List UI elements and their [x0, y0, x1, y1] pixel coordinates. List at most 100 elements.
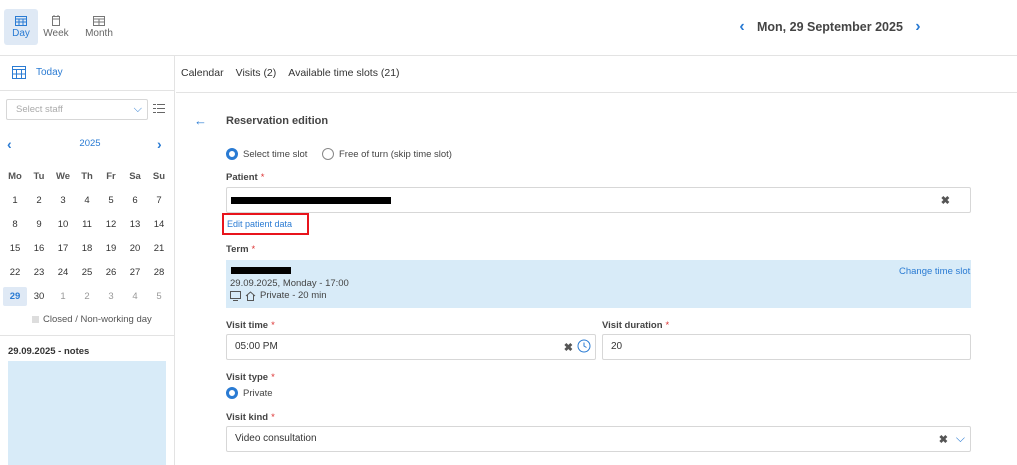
calendar-week-row: 22 23 24 25 26 27 28	[3, 260, 171, 284]
calendar-day[interactable]: 13	[123, 215, 147, 234]
calendar-year[interactable]: 2025	[60, 138, 120, 149]
legend-label: Closed / Non-working day	[43, 314, 152, 325]
home-icon	[245, 290, 256, 301]
patient-field[interactable]: ✖	[226, 187, 971, 213]
patient-label-text: Patient	[226, 172, 258, 183]
calendar-day-next-month[interactable]: 5	[147, 287, 171, 306]
prev-year-chevron-icon[interactable]: ‹	[7, 136, 12, 152]
visit-kind-select[interactable]: Video consultation ✖ ⌵	[226, 426, 971, 452]
tab-calendar[interactable]: Calendar	[181, 67, 224, 79]
today-button[interactable]: Today	[12, 65, 63, 79]
weekday-header-row: Mo Tu We Th Fr Sa Su	[3, 164, 171, 188]
calendar-day[interactable]: 15	[3, 239, 27, 258]
filter-list-icon[interactable]	[153, 103, 165, 114]
staff-placeholder: Select staff	[16, 104, 63, 115]
clear-icon[interactable]: ✖	[939, 433, 948, 446]
chevron-left-icon[interactable]: ‹	[735, 18, 749, 36]
calendar-week-row: 8 9 10 11 12 13 14	[3, 212, 171, 236]
calendar-day[interactable]: 9	[27, 215, 51, 234]
view-day-button[interactable]: Day	[4, 9, 38, 45]
back-arrow-icon[interactable]: ←	[194, 113, 207, 128]
tab-available-time-slots[interactable]: Available time slots (21)	[288, 67, 399, 79]
visit-time-input[interactable]: 05:00 PM ✖	[226, 334, 596, 360]
radio-unselected-icon	[322, 148, 334, 160]
calendar-day[interactable]: 28	[147, 263, 171, 282]
notes-textarea[interactable]	[8, 361, 166, 465]
clear-icon[interactable]: ✖	[941, 194, 950, 207]
radio-visit-type-private[interactable]: Private	[226, 387, 273, 399]
calendar-day-selected[interactable]: 29	[3, 286, 27, 306]
calendar-day[interactable]: 17	[51, 239, 75, 258]
monitor-icon	[230, 290, 241, 301]
calendar-day[interactable]: 21	[147, 239, 171, 258]
visit-duration-label-text: Visit duration	[602, 320, 663, 331]
calendar-day[interactable]: 12	[99, 215, 123, 234]
calendar-day[interactable]: 6	[123, 191, 147, 210]
calendar-day[interactable]: 26	[99, 263, 123, 282]
calendar-day[interactable]: 4	[75, 191, 99, 210]
clock-icon[interactable]	[577, 339, 591, 353]
calendar-day-next-month[interactable]: 2	[75, 287, 99, 306]
visit-time-value: 05:00 PM	[235, 341, 278, 352]
calendar-day-next-month[interactable]: 1	[51, 287, 75, 306]
calendar-day-icon	[15, 16, 27, 26]
redacted-patient-name	[231, 197, 391, 204]
calendar-day[interactable]: 2	[27, 191, 51, 210]
visit-type-label: Visit type *	[226, 372, 275, 383]
radio-label: Select time slot	[243, 148, 308, 160]
calendar-day[interactable]: 8	[3, 215, 27, 234]
calendar-day[interactable]: 11	[75, 215, 99, 234]
calendar-day[interactable]: 1	[3, 191, 27, 210]
view-month-button[interactable]: Month	[82, 9, 116, 45]
today-label: Today	[36, 66, 63, 78]
calendar-legend: Closed / Non-working day	[32, 314, 152, 325]
required-mark: *	[251, 244, 256, 255]
calendar-day[interactable]: 22	[3, 263, 27, 282]
calendar-day-next-month[interactable]: 3	[99, 287, 123, 306]
calendar-day[interactable]: 5	[99, 191, 123, 210]
radio-free-of-turn[interactable]: Free of turn (skip time slot)	[322, 148, 452, 160]
date-navigator: ‹ Mon, 29 September 2025 ›	[735, 18, 925, 36]
calendar-day[interactable]: 7	[147, 191, 171, 210]
calendar-week-row: 15 16 17 18 19 20 21	[3, 236, 171, 260]
visit-kind-label-text: Visit kind	[226, 412, 269, 423]
change-time-slot-link[interactable]: Change time slot	[899, 266, 970, 277]
visit-kind-label: Visit kind *	[226, 412, 275, 423]
calendar-day[interactable]: 30	[27, 287, 51, 306]
tab-visits[interactable]: Visits (2)	[236, 67, 277, 79]
calendar-day[interactable]: 14	[147, 215, 171, 234]
radio-select-time-slot[interactable]: Select time slot	[226, 148, 307, 160]
view-week-label: Week	[43, 28, 69, 39]
page-title: Reservation edition	[226, 115, 329, 127]
calendar-day-next-month[interactable]: 4	[123, 287, 147, 306]
calendar-day[interactable]: 16	[27, 239, 51, 258]
calendar-month-icon	[93, 16, 105, 26]
calendar-day[interactable]: 27	[123, 263, 147, 282]
calendar-day[interactable]: 3	[51, 191, 75, 210]
calendar-day[interactable]: 24	[51, 263, 75, 282]
next-year-chevron-icon[interactable]: ›	[157, 136, 162, 152]
staff-select[interactable]: Select staff ⌵	[6, 99, 148, 120]
chevron-right-icon[interactable]: ›	[911, 18, 925, 36]
view-day-label: Day	[12, 28, 30, 39]
calendar-day[interactable]: 18	[75, 239, 99, 258]
calendar-week-row: 29 30 1 2 3 4 5	[3, 284, 171, 308]
current-date: Mon, 29 September 2025	[757, 20, 903, 34]
calendar-week-row: 1 2 3 4 5 6 7	[3, 188, 171, 212]
calendar-day[interactable]: 19	[99, 239, 123, 258]
visit-duration-input[interactable]: 20	[602, 334, 971, 360]
content-tabs: Calendar Visits (2) Available time slots…	[181, 67, 412, 79]
view-week-button[interactable]: Week	[39, 9, 73, 45]
divider	[176, 92, 1017, 93]
calendar-day[interactable]: 25	[75, 263, 99, 282]
calendar-day[interactable]: 10	[51, 215, 75, 234]
required-mark: *	[260, 172, 265, 183]
calendar-day[interactable]: 23	[27, 263, 51, 282]
clear-icon[interactable]: ✖	[564, 341, 573, 354]
calendar-day[interactable]: 20	[123, 239, 147, 258]
radio-label: Private	[243, 387, 273, 399]
notes-title: 29.09.2025 - notes	[8, 346, 90, 357]
chevron-down-icon[interactable]: ⌵	[956, 431, 965, 446]
edit-patient-data-link[interactable]: Edit patient data	[227, 219, 292, 229]
redacted-staff-name	[231, 267, 291, 274]
